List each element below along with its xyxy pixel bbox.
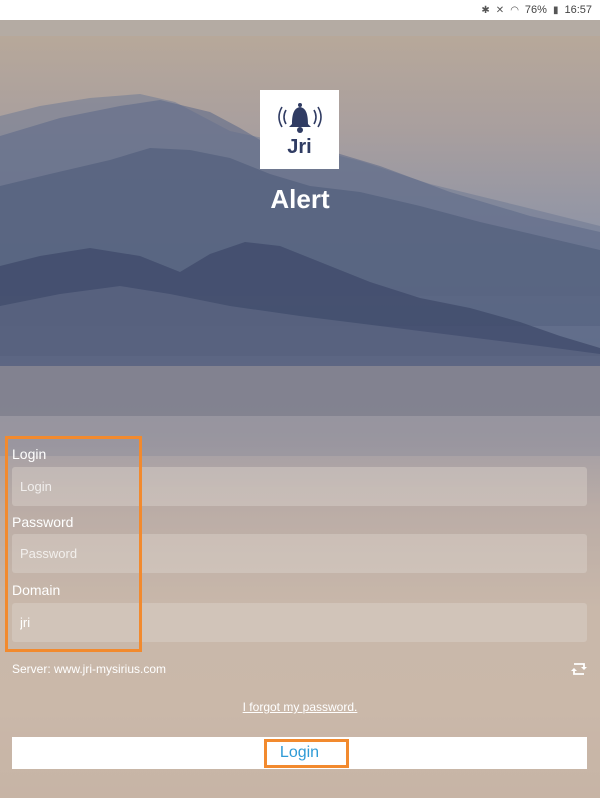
app-top-strip bbox=[0, 20, 600, 36]
switch-server-icon[interactable] bbox=[571, 662, 587, 676]
server-text: Server: www.jri-mysirius.com bbox=[12, 662, 167, 676]
login-input[interactable] bbox=[12, 467, 587, 506]
password-input[interactable] bbox=[12, 534, 587, 573]
app-title: Alert bbox=[270, 184, 330, 214]
battery-percent: 76% bbox=[524, 4, 547, 16]
logo-text: Jri bbox=[287, 136, 312, 158]
login-screen: Jri Alert Login Password Domain Server: … bbox=[0, 36, 600, 798]
status-bar: ✱ ✕ ◠ 76% ▮ 16:57 bbox=[0, 0, 600, 20]
bell-icon bbox=[277, 103, 322, 133]
login-label: Login bbox=[12, 446, 47, 462]
domain-label: Domain bbox=[12, 582, 61, 598]
forgot-password-link[interactable]: I forgot my password. bbox=[0, 700, 600, 714]
wifi-icon: ◠ bbox=[510, 4, 519, 16]
login-button[interactable]: Login bbox=[12, 737, 587, 769]
bluetooth-icon: ✱ bbox=[481, 4, 490, 16]
clock: 16:57 bbox=[564, 4, 592, 16]
mute-icon: ✕ bbox=[495, 4, 505, 16]
password-label: Password bbox=[12, 514, 74, 530]
app-logo: Jri bbox=[260, 90, 339, 169]
battery-icon: ▮ bbox=[552, 4, 559, 16]
domain-input[interactable] bbox=[12, 603, 587, 642]
